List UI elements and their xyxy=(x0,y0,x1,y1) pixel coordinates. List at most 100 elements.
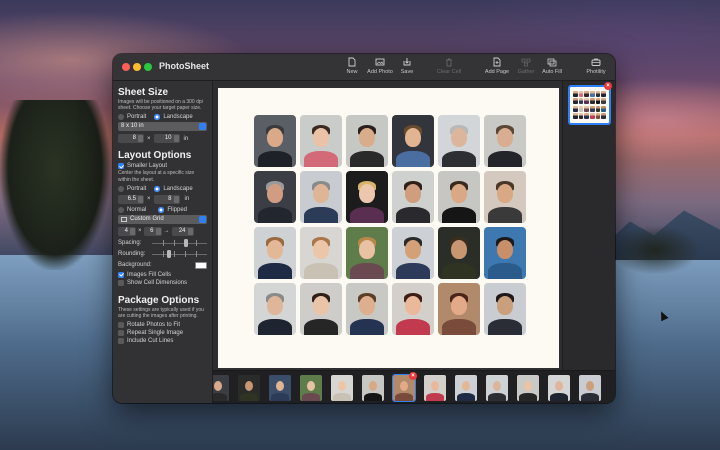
sheet-height-field[interactable]: 10 xyxy=(153,134,180,144)
photo-cell[interactable] xyxy=(346,171,388,223)
library-photo[interactable] xyxy=(300,375,322,401)
smaller-layout-checkbox[interactable] xyxy=(118,163,124,170)
repeat-single-image-checkbox[interactable] xyxy=(118,330,124,337)
sheet-portrait-radio[interactable] xyxy=(118,114,124,121)
photo-cell[interactable] xyxy=(392,227,434,279)
photo-cell[interactable] xyxy=(254,115,296,167)
portrait-body xyxy=(581,393,599,401)
flipped-radio[interactable] xyxy=(158,206,165,213)
photo-cell[interactable] xyxy=(438,115,480,167)
portrait-body xyxy=(350,151,384,167)
grid-type-select[interactable]: Custom Grid xyxy=(118,214,207,224)
photo-cell[interactable] xyxy=(484,227,526,279)
rounding-slider-knob[interactable] xyxy=(167,249,172,258)
remove-photo-icon[interactable]: × xyxy=(409,372,417,380)
portrait-body xyxy=(426,393,444,401)
photo-cell[interactable] xyxy=(438,171,480,223)
library-photo[interactable] xyxy=(455,375,477,401)
portrait-face xyxy=(267,296,283,315)
portrait-face xyxy=(451,296,467,315)
stepper-icon[interactable] xyxy=(138,195,143,203)
show-cell-dimensions-checkbox[interactable] xyxy=(118,279,124,286)
save-button[interactable]: Save xyxy=(390,57,424,81)
grid-total-field[interactable]: 24 xyxy=(171,226,194,236)
photo-cell[interactable] xyxy=(484,283,526,335)
photo-cell[interactable] xyxy=(346,115,388,167)
portrait-face xyxy=(338,381,346,391)
new-document-icon xyxy=(348,57,356,67)
layout-landscape-radio[interactable] xyxy=(154,185,161,192)
stepper-icon[interactable] xyxy=(130,227,135,235)
photo-cell[interactable] xyxy=(300,171,342,223)
include-cut-lines-checkbox[interactable] xyxy=(118,338,124,345)
layout-width-field[interactable]: 6.5 xyxy=(118,194,144,204)
photo-cell[interactable] xyxy=(300,227,342,279)
unit-select[interactable]: in xyxy=(184,136,189,142)
library-photo[interactable] xyxy=(331,375,353,401)
photo-cell[interactable] xyxy=(438,227,480,279)
stepper-icon[interactable] xyxy=(173,195,179,203)
auto-fill-button[interactable]: Auto Fill xyxy=(535,57,569,81)
portrait-face xyxy=(497,296,513,315)
photo-cell[interactable] xyxy=(346,283,388,335)
photo-cell[interactable] xyxy=(254,283,296,335)
photo-cell[interactable] xyxy=(392,171,434,223)
stepper-icon[interactable] xyxy=(173,135,179,143)
portrait-body xyxy=(333,393,351,401)
library-photo[interactable] xyxy=(579,375,601,401)
remove-page-icon[interactable]: × xyxy=(604,82,612,90)
photo-cell[interactable] xyxy=(300,115,342,167)
library-photo[interactable] xyxy=(548,375,570,401)
zoom-window-button[interactable] xyxy=(144,63,152,71)
library-photo[interactable] xyxy=(486,375,508,401)
flipped-label: Flipped xyxy=(167,206,188,213)
grid-cols-field[interactable]: 4 xyxy=(118,226,136,236)
portrait-face xyxy=(451,184,467,203)
unit-label: in xyxy=(184,196,190,203)
spacing-slider[interactable] xyxy=(152,238,207,247)
sheet-width-field[interactable]: 8 xyxy=(118,134,144,144)
photo-cell[interactable] xyxy=(484,115,526,167)
clear-cell-button[interactable]: Clear Cell xyxy=(432,57,466,81)
rounding-slider[interactable] xyxy=(152,249,207,258)
background-label: Background: xyxy=(118,262,152,269)
stepper-icon[interactable] xyxy=(187,227,193,235)
paper-size-select[interactable]: 8 x 10 in xyxy=(118,122,207,132)
page-thumbnail[interactable] xyxy=(568,85,611,125)
spacing-slider-knob[interactable] xyxy=(183,238,188,247)
library-photo[interactable] xyxy=(424,375,446,401)
photo-cell[interactable] xyxy=(346,227,388,279)
library-photo[interactable] xyxy=(269,375,291,401)
library-photo[interactable] xyxy=(362,375,384,401)
library-photo[interactable] xyxy=(238,375,260,401)
library-photo[interactable] xyxy=(213,375,229,401)
stepper-icon[interactable] xyxy=(155,227,161,235)
close-window-button[interactable] xyxy=(122,63,130,71)
thumbnail-cell xyxy=(589,98,595,105)
photo-cell[interactable] xyxy=(254,171,296,223)
normal-radio[interactable] xyxy=(118,206,124,213)
portrait-body xyxy=(213,393,227,401)
thumbnail-cell xyxy=(584,112,589,119)
library-photo[interactable] xyxy=(517,375,539,401)
photo-cell[interactable] xyxy=(254,227,296,279)
sheet-landscape-radio[interactable] xyxy=(154,114,161,121)
photo-cell[interactable] xyxy=(392,115,434,167)
photility-button[interactable]: Photility xyxy=(579,57,613,81)
repeat-single-image-label: Repeat Single Image xyxy=(127,330,184,337)
stepper-icon[interactable] xyxy=(138,135,143,143)
grid-rows-field[interactable]: 6 xyxy=(143,226,162,236)
photo-cell[interactable] xyxy=(392,283,434,335)
photo-cell[interactable] xyxy=(438,283,480,335)
thumbnail-cell xyxy=(584,91,589,97)
thumbnail-cell xyxy=(584,105,589,112)
portrait-body xyxy=(350,319,384,335)
photo-cell[interactable] xyxy=(484,171,526,223)
minimize-window-button[interactable] xyxy=(133,63,141,71)
images-fill-cells-checkbox[interactable] xyxy=(118,271,124,278)
layout-height-field[interactable]: 8 xyxy=(153,194,180,204)
background-color-well[interactable] xyxy=(195,261,207,269)
rotate-photos-checkbox[interactable] xyxy=(118,322,124,329)
layout-portrait-radio[interactable] xyxy=(118,185,124,192)
photo-cell[interactable] xyxy=(300,283,342,335)
